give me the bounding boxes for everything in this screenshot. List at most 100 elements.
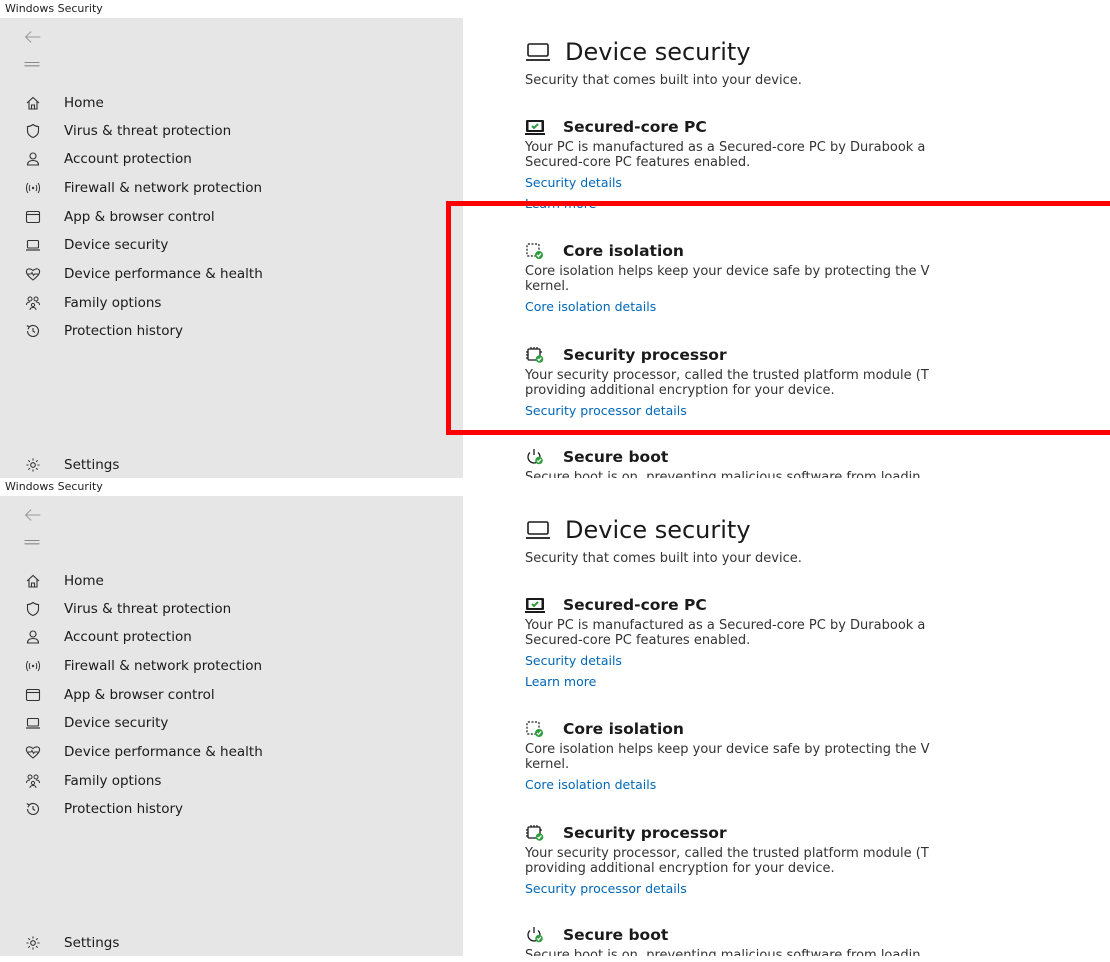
sidebar-item-account-protection[interactable]: Account protection [24, 146, 444, 172]
sidebar-item-settings[interactable]: Settings [24, 452, 444, 478]
sidebar-item-family-options[interactable]: Family options [24, 290, 444, 316]
security-details-link[interactable]: Security details [525, 653, 1110, 668]
secured-core-pc-icon [525, 596, 545, 614]
page-subtitle: Security that comes built into your devi… [525, 551, 802, 566]
sidebar-item-protection-history[interactable]: Protection history [24, 796, 444, 822]
sidebar-item-device-performance[interactable]: Device performance & health [24, 261, 444, 287]
secured-core-desc-2: Secured-core PC features enabled. [525, 155, 751, 170]
security-processor-section: Security processor Your security process… [525, 346, 1110, 418]
security-processor-details-link[interactable]: Security processor details [525, 881, 1110, 896]
secured-core-desc-1: Your PC is manufactured as a Secured-cor… [525, 140, 926, 155]
secure-boot-title: Secure boot [563, 926, 669, 944]
sidebar-item-label: Protection history [64, 801, 184, 817]
back-arrow-icon[interactable] [22, 26, 46, 50]
security-processor-title: Security processor [563, 346, 727, 364]
secured-core-title: Secured-core PC [563, 118, 707, 136]
sidebar-item-label: App & browser control [64, 209, 215, 225]
security-processor-desc-1: Your security processor, called the trus… [525, 368, 929, 383]
core-isolation-desc-1: Core isolation helps keep your device sa… [525, 742, 930, 757]
security-processor-desc-2: providing additional encryption for your… [525, 861, 835, 876]
secure-boot-section: Secure boot Secure boot is on, preventin… [525, 926, 1110, 956]
wifi-antenna-icon [24, 657, 42, 675]
family-icon [24, 772, 42, 790]
sidebar-item-label: Virus & threat protection [64, 601, 232, 617]
history-icon [24, 800, 42, 818]
wifi-antenna-icon [24, 179, 42, 197]
shield-icon [24, 122, 42, 140]
heart-pulse-icon [24, 743, 42, 761]
learn-more-link[interactable]: Learn more [525, 196, 1110, 211]
person-icon [24, 150, 42, 168]
gear-icon [24, 456, 42, 474]
sidebar-item-device-security[interactable]: Device security [24, 710, 444, 736]
sidebar-item-app-browser-control[interactable]: App & browser control [24, 682, 444, 708]
secure-boot-desc-1: Secure boot is on, preventing malicious … [525, 948, 921, 956]
sidebar-item-settings[interactable]: Settings [24, 930, 444, 956]
sidebar-item-virus-threat-protection[interactable]: Virus & threat protection [24, 118, 444, 144]
sidebar-item-label: Home [64, 95, 104, 111]
sidebar-item-label: App & browser control [64, 687, 215, 703]
security-processor-desc-1: Your security processor, called the trus… [525, 846, 929, 861]
sidebar-item-family-options[interactable]: Family options [24, 768, 444, 794]
family-icon [24, 294, 42, 312]
sidebar-item-home[interactable]: Home [24, 568, 444, 594]
laptop-icon [526, 521, 550, 539]
sidebar-item-home[interactable]: Home [24, 90, 444, 116]
core-isolation-title: Core isolation [563, 720, 684, 738]
page-title: Device security [525, 516, 751, 544]
processor-chip-icon [525, 346, 545, 364]
sidebar-item-label: Device security [64, 715, 169, 731]
security-details-link[interactable]: Security details [525, 175, 1110, 190]
core-isolation-icon [525, 242, 545, 260]
core-isolation-details-link[interactable]: Core isolation details [525, 299, 1110, 314]
secured-core-section: Secured-core PC Your PC is manufactured … [525, 118, 1110, 211]
secure-boot-desc-1: Secure boot is on, preventing malicious … [525, 470, 921, 478]
security-processor-details-link[interactable]: Security processor details [525, 403, 1110, 418]
window-title: Windows Security [0, 0, 1110, 18]
sidebar-item-device-security[interactable]: Device security [24, 232, 444, 258]
sidebar-item-virus-threat-protection[interactable]: Virus & threat protection [24, 596, 444, 622]
back-arrow-icon[interactable] [22, 504, 46, 528]
sidebar-item-app-browser-control[interactable]: App & browser control [24, 204, 444, 230]
sidebar: Home Virus & threat protection Account p… [0, 496, 463, 956]
core-isolation-title: Core isolation [563, 242, 684, 260]
sidebar-item-label: Firewall & network protection [64, 658, 263, 674]
core-isolation-details-link[interactable]: Core isolation details [525, 777, 1110, 792]
home-icon [24, 572, 42, 590]
page-title-text: Device security [565, 38, 751, 66]
power-icon [525, 926, 545, 944]
sidebar-item-label: Virus & threat protection [64, 123, 232, 139]
sidebar-item-label: Home [64, 573, 104, 589]
sidebar-item-protection-history[interactable]: Protection history [24, 318, 444, 344]
sidebar-item-label: Family options [64, 295, 162, 311]
home-icon [24, 94, 42, 112]
core-isolation-icon [525, 720, 545, 738]
sidebar-item-account-protection[interactable]: Account protection [24, 624, 444, 650]
sidebar-item-label: Protection history [64, 323, 184, 339]
page-title: Device security [525, 38, 751, 66]
security-processor-title: Security processor [563, 824, 727, 842]
laptop-icon [24, 236, 42, 254]
sidebar-item-label: Account protection [64, 151, 192, 167]
sidebar-item-label: Device performance & health [64, 744, 263, 760]
sidebar-item-label: Account protection [64, 629, 192, 645]
settings-label: Settings [64, 457, 120, 473]
laptop-icon [526, 43, 550, 61]
hamburger-menu-icon[interactable] [22, 56, 46, 76]
sidebar-item-device-performance[interactable]: Device performance & health [24, 739, 444, 765]
sidebar-item-firewall[interactable]: Firewall & network protection [24, 175, 444, 201]
power-icon [525, 448, 545, 466]
main-content: Device security Security that comes buil… [463, 496, 1110, 956]
hamburger-menu-icon[interactable] [22, 534, 46, 554]
core-isolation-desc-2: kernel. [525, 757, 570, 772]
secure-boot-section: Secure boot Secure boot is on, preventin… [525, 448, 1110, 478]
sidebar-item-firewall[interactable]: Firewall & network protection [24, 653, 444, 679]
sidebar-item-label: Device performance & health [64, 266, 263, 282]
history-icon [24, 322, 42, 340]
heart-pulse-icon [24, 265, 42, 283]
settings-label: Settings [64, 935, 120, 951]
page-title-text: Device security [565, 516, 751, 544]
person-icon [24, 628, 42, 646]
secure-boot-title: Secure boot [563, 448, 669, 466]
learn-more-link[interactable]: Learn more [525, 674, 1110, 689]
